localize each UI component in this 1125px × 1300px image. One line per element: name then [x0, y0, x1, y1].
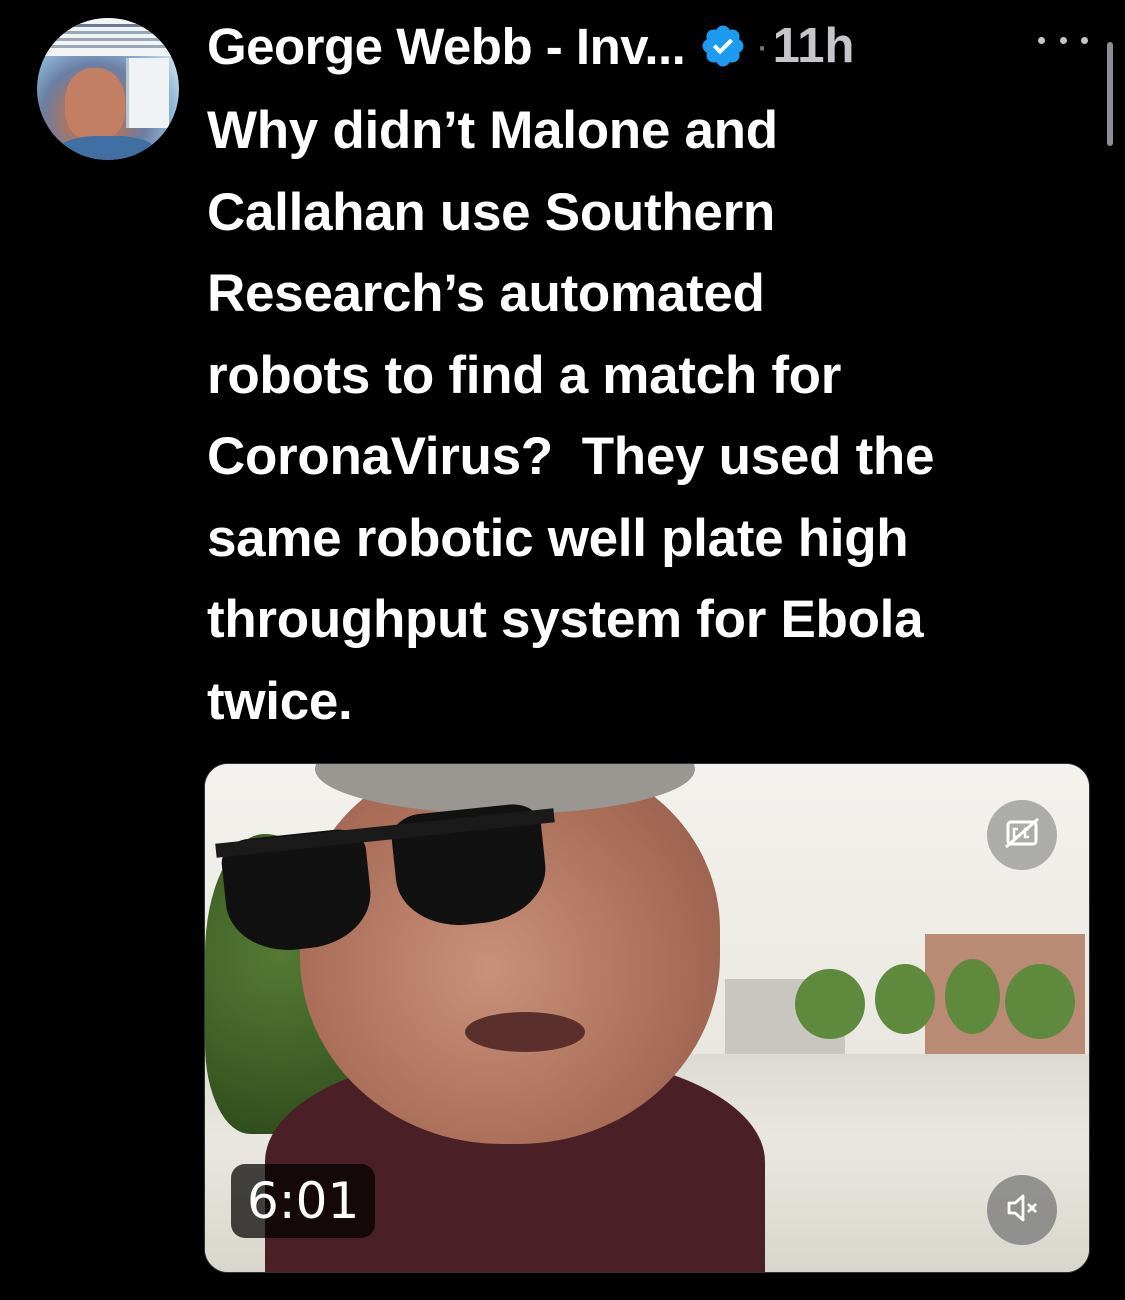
closed-captions-button[interactable] — [987, 800, 1057, 870]
video-tree — [1005, 964, 1075, 1039]
verified-badge-icon[interactable] — [699, 22, 747, 70]
tweet-header: George Webb - Inv... · 11h — [207, 14, 854, 78]
header-separator: · — [755, 23, 769, 68]
video-person-mouth — [465, 1012, 585, 1052]
author-name[interactable]: George Webb - Inv... — [207, 17, 686, 76]
video-tree — [875, 964, 935, 1034]
more-dot — [1081, 36, 1088, 44]
video-tree — [795, 969, 865, 1039]
avatar-building — [126, 58, 169, 128]
video-duration-badge: 6:01 — [231, 1164, 376, 1238]
scrollbar[interactable] — [1107, 42, 1113, 146]
video-player[interactable]: 6:01 — [204, 763, 1090, 1273]
tweet-text: Why didn’t Malone and Callahan use South… — [207, 101, 935, 731]
mute-toggle-button[interactable] — [987, 1175, 1057, 1245]
tweet[interactable]: George Webb - Inv... · 11h Why didn’t Ma… — [0, 0, 1125, 1300]
speaker-muted-icon — [1002, 1188, 1042, 1233]
video-tree — [945, 959, 1000, 1034]
more-dot — [1059, 36, 1067, 44]
avatar-face — [65, 68, 125, 140]
tweet-timestamp[interactable]: 11h — [773, 18, 855, 74]
more-options-icon[interactable] — [1038, 20, 1088, 60]
avatar[interactable] — [37, 18, 179, 160]
avatar-shirt — [57, 136, 157, 160]
closed-captions-off-icon — [1002, 813, 1042, 858]
avatar-banner-text-lines — [51, 24, 166, 27]
more-dot — [1038, 36, 1045, 44]
